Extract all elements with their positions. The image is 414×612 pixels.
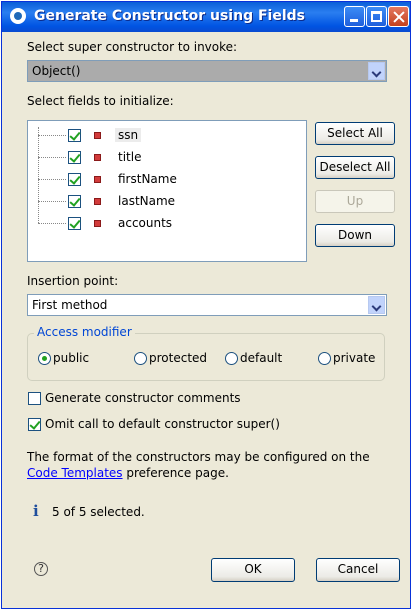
omit-super-label: Omit call to default constructor super() [45,417,280,431]
info-text: The format of the constructors may be co… [27,450,370,464]
omit-super-checkbox[interactable] [28,418,41,431]
field-icon [94,176,101,183]
tree-row-ssn[interactable]: ssn [28,125,306,145]
access-modifier-title: Access modifier [34,325,135,339]
super-constructor-combo[interactable]: Object() [27,60,387,82]
radio-private-label: private [333,351,376,365]
field-icon [94,198,101,205]
up-button[interactable]: Up [315,190,395,213]
close-button[interactable] [388,6,409,27]
dialog-title: Generate Constructor using Fields [34,8,305,24]
radio-default[interactable] [225,352,238,365]
info-icon: i [33,502,39,520]
radio-public[interactable] [38,352,51,365]
tree-row-firstname[interactable]: firstName [28,169,306,189]
field-checkbox-title[interactable] [68,151,81,164]
tree-connector [38,179,66,180]
field-checkbox-firstname[interactable] [68,173,81,186]
field-checkbox-ssn[interactable] [68,129,81,142]
fields-label: Select fields to initialize: [27,94,174,108]
tree-connector [38,135,66,136]
field-icon [94,220,101,227]
radio-protected[interactable] [134,352,147,365]
radio-default-label: default [240,351,283,365]
field-checkbox-lastname[interactable] [68,195,81,208]
tree-row-accounts[interactable]: accounts [28,213,306,233]
radio-public-label: public [53,351,90,365]
chevron-down-icon[interactable] [368,296,385,314]
field-icon [94,154,101,161]
generate-comments-checkbox[interactable] [28,392,41,405]
chevron-down-icon[interactable] [368,62,385,80]
radio-private[interactable] [318,352,331,365]
field-name-firstname: firstName [118,172,177,186]
field-name-title: title [118,150,142,164]
field-name-lastname: lastName [118,194,176,208]
generate-comments-label: Generate constructor comments [45,391,241,405]
info-text-suffix: preference page. [126,466,229,480]
code-templates-link[interactable]: Code Templates [27,466,123,480]
deselect-all-button[interactable]: Deselect All [315,156,395,179]
down-button[interactable]: Down [315,224,395,247]
tree-row-title[interactable]: title [28,147,306,167]
ok-button[interactable]: OK [211,558,295,582]
help-icon[interactable]: ? [34,562,48,576]
field-name-accounts: accounts [118,216,173,230]
cancel-button[interactable]: Cancel [316,558,400,582]
field-checkbox-accounts[interactable] [68,217,81,230]
minimize-button[interactable] [344,6,365,27]
tree-connector [38,223,66,224]
select-all-button[interactable]: Select All [315,122,395,145]
super-constructor-value: Object() [32,64,81,78]
maximize-button[interactable] [366,6,387,27]
info-text-line2: Code Templates preference page. [27,466,229,480]
insertion-point-value: First method [32,298,108,312]
status-text: 5 of 5 selected. [52,505,145,519]
tree-connector [38,201,66,202]
field-icon [94,132,101,139]
fields-tree[interactable]: ssn title firstName lastName accounts [27,120,307,262]
field-name-ssn: ssn [115,128,142,142]
radio-protected-label: protected [149,351,208,365]
insertion-point-label: Insertion point: [27,274,119,288]
tree-row-lastname[interactable]: lastName [28,191,306,211]
tree-connector [38,157,66,158]
insertion-point-combo[interactable]: First method [27,294,387,316]
title-bar[interactable]: Generate Constructor using Fields [2,2,410,32]
dialog-window: Generate Constructor using Fields Select… [1,1,411,609]
super-constructor-label: Select super constructor to invoke: [27,40,238,54]
eclipse-icon [10,8,26,24]
